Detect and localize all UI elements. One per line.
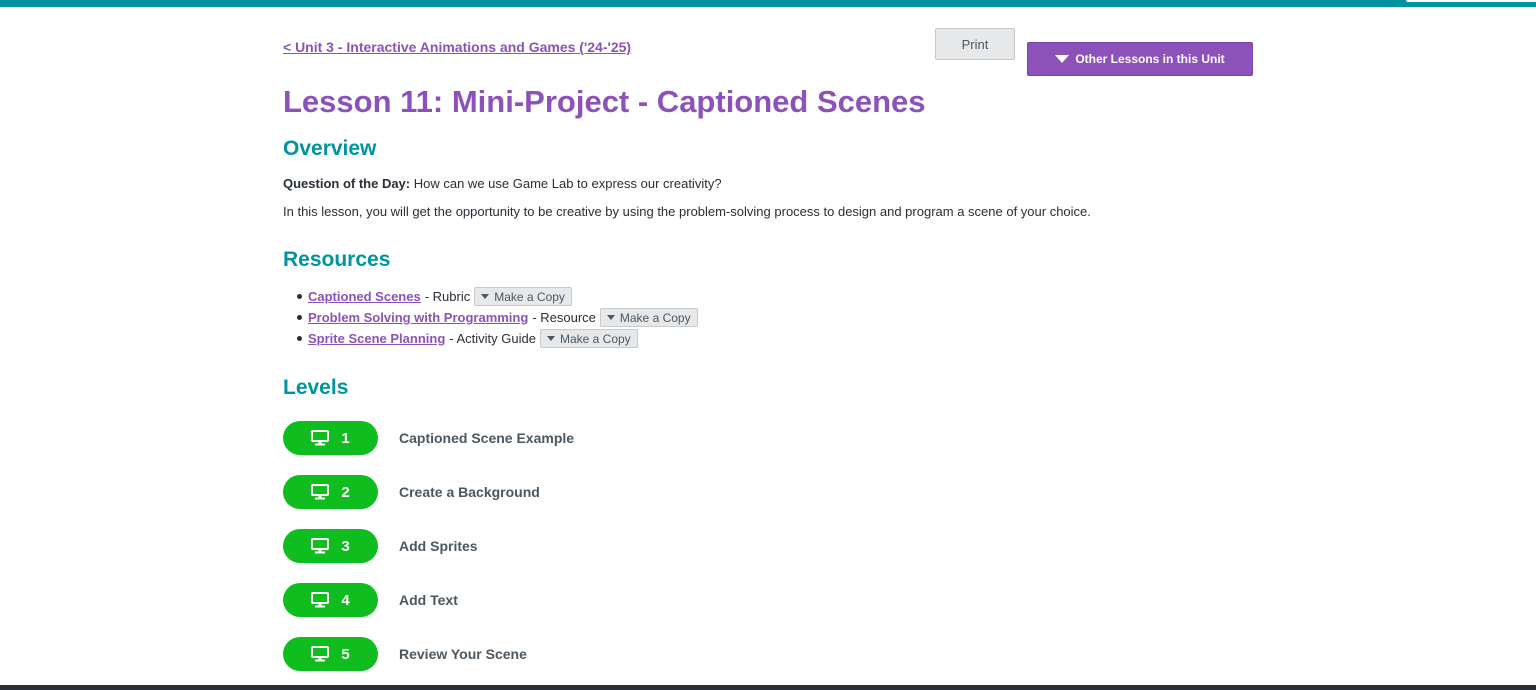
make-a-copy-label: Make a Copy xyxy=(559,331,631,346)
print-button[interactable]: Print xyxy=(935,28,1015,60)
resource-item: Sprite Scene Planning - Activity Guide M… xyxy=(283,328,698,349)
lesson-description: In this lesson, you will get the opportu… xyxy=(283,204,1091,219)
monitor-icon xyxy=(311,484,330,500)
level-name[interactable]: Captioned Scene Example xyxy=(399,430,574,446)
caret-down-icon xyxy=(481,294,490,299)
lesson-title: Lesson 11: Mini-Project - Captioned Scen… xyxy=(283,84,926,119)
bullet xyxy=(297,315,302,320)
monitor-icon xyxy=(311,538,330,554)
monitor-icon xyxy=(311,592,330,608)
resource-type: - Resource xyxy=(532,310,596,325)
level-name[interactable]: Add Text xyxy=(399,592,458,608)
print-button-label: Print xyxy=(961,36,989,52)
other-lessons-label: Other Lessons in this Unit xyxy=(1075,52,1225,66)
level-button-5[interactable]: 5 xyxy=(283,637,378,671)
level-number: 1 xyxy=(341,429,350,447)
level-number: 3 xyxy=(341,537,350,555)
level-button-3[interactable]: 3 xyxy=(283,529,378,563)
level-number: 4 xyxy=(341,591,350,609)
make-a-copy-button[interactable]: Make a Copy xyxy=(539,329,638,348)
resources-heading: Resources xyxy=(283,248,391,271)
overview-heading: Overview xyxy=(283,137,377,160)
level-name[interactable]: Add Sprites xyxy=(399,538,478,554)
level-button-2[interactable]: 2 xyxy=(283,475,378,509)
caret-down-icon xyxy=(546,336,555,341)
caret-down-icon xyxy=(1055,55,1070,63)
header-tab xyxy=(1406,0,1536,2)
resource-link-captioned-scenes[interactable]: Captioned Scenes xyxy=(308,289,421,304)
bottom-bar xyxy=(0,685,1536,690)
level-row: 5 Review Your Scene xyxy=(283,637,527,671)
make-a-copy-button[interactable]: Make a Copy xyxy=(474,287,572,306)
level-row: 4 Add Text xyxy=(283,583,458,617)
make-a-copy-button[interactable]: Make a Copy xyxy=(599,308,698,327)
bullet xyxy=(297,336,302,341)
bullet xyxy=(297,294,302,299)
level-row: 2 Create a Background xyxy=(283,475,540,509)
resources-list: Captioned Scenes - Rubric Make a Copy Pr… xyxy=(283,286,698,349)
make-a-copy-label: Make a Copy xyxy=(494,289,565,304)
monitor-icon xyxy=(311,646,330,662)
resource-link-problem-solving[interactable]: Problem Solving with Programming xyxy=(308,310,528,325)
level-button-4[interactable]: 4 xyxy=(283,583,378,617)
unit-back-link[interactable]: < Unit 3 - Interactive Animations and Ga… xyxy=(283,39,631,55)
resource-item: Problem Solving with Programming - Resou… xyxy=(283,307,698,328)
levels-heading: Levels xyxy=(283,376,349,399)
level-row: 1 Captioned Scene Example xyxy=(283,421,574,455)
level-row: 3 Add Sprites xyxy=(283,529,478,563)
resource-item: Captioned Scenes - Rubric Make a Copy xyxy=(283,286,698,307)
question-of-the-day: Question of the Day: How can we use Game… xyxy=(283,176,722,191)
level-number: 5 xyxy=(341,645,350,663)
level-button-1[interactable]: 1 xyxy=(283,421,378,455)
level-number: 2 xyxy=(341,483,350,501)
resource-link-sprite-scene-planning[interactable]: Sprite Scene Planning xyxy=(308,331,445,346)
question-text: How can we use Game Lab to express our c… xyxy=(410,176,722,191)
make-a-copy-label: Make a Copy xyxy=(619,310,691,325)
resource-type: - Activity Guide xyxy=(449,331,536,346)
level-name[interactable]: Create a Background xyxy=(399,484,540,500)
other-lessons-dropdown-button[interactable]: Other Lessons in this Unit xyxy=(1027,42,1253,76)
monitor-icon xyxy=(311,430,330,446)
level-name[interactable]: Review Your Scene xyxy=(399,646,527,662)
resource-type: - Rubric xyxy=(424,289,471,304)
top-header-bar xyxy=(0,0,1536,7)
caret-down-icon xyxy=(606,315,615,320)
question-label: Question of the Day: xyxy=(283,176,411,191)
